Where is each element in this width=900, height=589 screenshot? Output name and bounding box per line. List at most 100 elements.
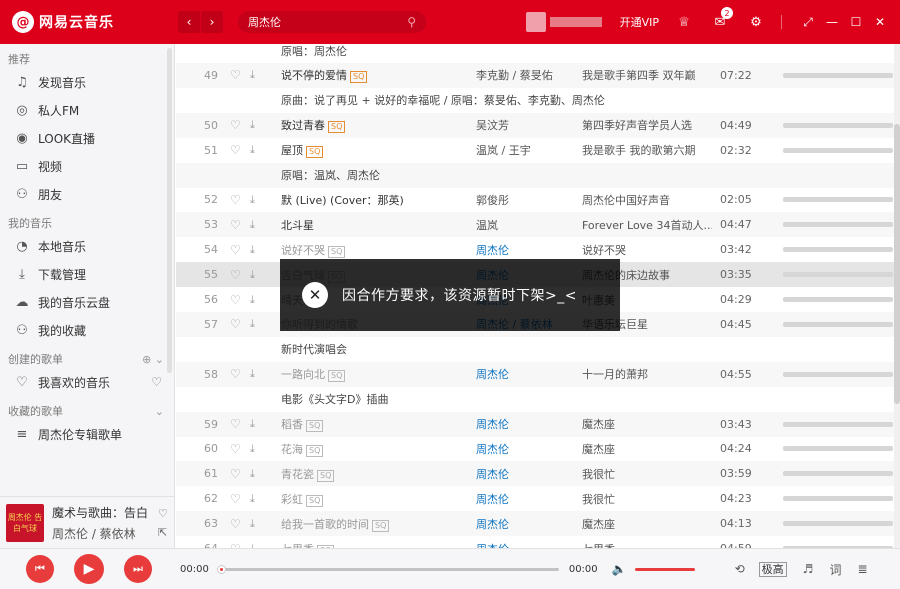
song-row[interactable]: 53 ♡ ⤓ 北斗星 温岚 Forever Love 34首动人... 04:47 xyxy=(176,212,894,238)
song-album[interactable]: 魔杰座 xyxy=(582,416,712,432)
sidebar-scrollbar[interactable] xyxy=(167,48,172,373)
download-icon[interactable]: ⤓ xyxy=(250,118,255,132)
volume-slider[interactable] xyxy=(634,567,695,571)
collapse-icon[interactable]: ⌄ xyxy=(155,405,164,418)
song-album[interactable]: 我是歌手第四季 双年巅 xyxy=(582,67,712,83)
song-row[interactable]: 59 ♡ ⤓ 稻香 SQ 周杰伦 魔杰座 03:43 xyxy=(176,411,894,437)
heartbeat-mode-icon[interactable]: ♡ xyxy=(151,375,162,389)
song-album[interactable]: 魔杰座 xyxy=(582,516,712,532)
song-album[interactable]: 我是歌手 我的歌第六期 xyxy=(582,142,712,158)
song-row[interactable]: 62 ♡ ⤓ 彩虹 SQ 周杰伦 我很忙 04:23 xyxy=(176,486,894,511)
progress-handle[interactable] xyxy=(216,564,226,574)
sidebar-item-liked-music[interactable]: ♡ 我喜欢的音乐 ♡ xyxy=(0,368,174,396)
next-button[interactable]: ⏭ xyxy=(124,555,152,583)
download-icon[interactable]: ⤓ xyxy=(250,367,255,381)
sound-effect-icon[interactable]: ♬ xyxy=(803,562,814,576)
lyrics-icon[interactable]: 词 xyxy=(829,561,841,578)
sidebar-item-cloud[interactable]: ☁ 我的音乐云盘 xyxy=(0,288,174,316)
song-artist[interactable]: 周杰伦 xyxy=(476,541,576,549)
close-icon[interactable]: ✕ xyxy=(870,12,890,32)
song-artist[interactable]: 周杰伦 xyxy=(476,366,576,382)
like-icon[interactable]: ♡ xyxy=(230,417,241,431)
like-icon[interactable]: ♡ xyxy=(230,492,241,506)
song-artist[interactable]: 周杰伦 xyxy=(476,466,576,482)
song-artist[interactable]: 李克勤 / 蔡旻佑 xyxy=(476,67,576,83)
song-title[interactable]: 致过青春 SQ xyxy=(281,117,466,134)
like-icon[interactable]: ♡ xyxy=(158,507,168,520)
song-title[interactable]: 屋顶 SQ xyxy=(281,142,466,159)
download-icon[interactable]: ⤓ xyxy=(250,68,255,82)
like-icon[interactable]: ♡ xyxy=(230,243,241,257)
download-icon[interactable]: ⤓ xyxy=(250,268,255,282)
song-title[interactable]: 花海 SQ xyxy=(281,441,466,457)
song-album[interactable]: 我很忙 xyxy=(582,466,712,482)
song-album[interactable]: 第四季好声音学员人选 xyxy=(582,117,712,133)
play-button[interactable]: ▶ xyxy=(74,554,104,584)
song-row[interactable]: 61 ♡ ⤓ 青花瓷 SQ 周杰伦 我很忙 03:59 xyxy=(176,461,894,487)
download-icon[interactable]: ⤓ xyxy=(250,517,255,531)
message-icon[interactable]: ✉ 2 xyxy=(709,7,733,33)
song-title[interactable]: 七里香SQ xyxy=(281,541,466,548)
download-icon[interactable]: ⤓ xyxy=(250,143,255,157)
song-album[interactable]: 十一月的萧邦 xyxy=(582,366,712,382)
like-icon[interactable]: ♡ xyxy=(230,218,241,232)
song-title[interactable]: 青花瓷 SQ xyxy=(281,466,466,482)
song-title[interactable]: 北斗星 xyxy=(281,217,466,233)
download-icon[interactable]: ⤓ xyxy=(250,193,255,207)
search-box[interactable]: ⚲ xyxy=(238,11,426,33)
volume-icon[interactable]: 🔈 xyxy=(612,562,627,576)
song-title[interactable]: 稻香 SQ xyxy=(281,416,466,432)
minimize-icon[interactable]: — xyxy=(822,12,842,32)
like-icon[interactable]: ♡ xyxy=(230,317,241,331)
download-icon[interactable]: ⤓ xyxy=(250,243,255,257)
song-album[interactable]: 魔杰座 xyxy=(582,441,712,457)
quality-button[interactable]: 极高 xyxy=(758,561,787,577)
download-icon[interactable]: ⤓ xyxy=(250,218,255,232)
sidebar-item-downloads[interactable]: ⤓ 下载管理 xyxy=(0,260,174,288)
song-row[interactable]: 51 ♡ ⤓ 屋顶 SQ 温岚 / 王宇 我是歌手 我的歌第六期 02:32 xyxy=(176,138,894,163)
song-row[interactable]: 49 ♡ ⤓ 说不停的爱情 SQ 李克勤 / 蔡旻佑 我是歌手第四季 双年巅 07:22 xyxy=(176,62,894,88)
download-icon[interactable]: ⤓ xyxy=(250,417,255,431)
song-title[interactable]: 默 (Live) (Cover：那英) xyxy=(281,192,466,208)
search-icon[interactable]: ⚲ xyxy=(407,15,416,29)
mini-mode-icon[interactable]: ⤢ xyxy=(798,12,818,32)
download-icon[interactable]: ⤓ xyxy=(250,317,255,331)
download-icon[interactable]: ⤓ xyxy=(250,442,255,456)
song-row[interactable]: 64♡⤓七里香SQ周杰伦七里香04:59 xyxy=(176,536,894,548)
sidebar-item-local-music[interactable]: ◔ 本地音乐 xyxy=(0,232,174,260)
list-scrollbar[interactable] xyxy=(894,44,900,548)
song-album[interactable]: 七里香 xyxy=(582,541,712,549)
download-icon[interactable]: ⤓ xyxy=(250,467,255,481)
song-artist[interactable]: 吴汶芳 xyxy=(476,117,576,133)
like-icon[interactable]: ♡ xyxy=(230,517,241,531)
song-row[interactable]: 58 ♡ ⤓ 一路向北 SQ 周杰伦 十一月的萧邦 04:55 xyxy=(176,361,894,387)
now-playing-artist[interactable]: 周杰伦 / 蔡依林 xyxy=(52,525,152,542)
vip-link[interactable]: 开通VIP xyxy=(620,14,659,30)
sidebar-item-look-live[interactable]: ◉ LOOK直播 xyxy=(0,124,174,152)
loop-mode-icon[interactable]: ⟲ xyxy=(735,562,745,576)
song-title[interactable]: 给我一首歌的时间 SQ xyxy=(281,516,466,532)
album-cover[interactable]: 周杰伦 告白气球 xyxy=(6,503,44,542)
sidebar-item-collection[interactable]: ⚇ 我的收藏 xyxy=(0,316,174,344)
like-icon[interactable]: ♡ xyxy=(230,467,241,481)
share-icon[interactable]: ⇱ xyxy=(158,526,168,539)
song-row[interactable]: 63 ♡ ⤓ 给我一首歌的时间 SQ 周杰伦 魔杰座 04:13 xyxy=(176,511,894,537)
song-album[interactable]: 周杰伦中国好声音 xyxy=(582,192,712,208)
app-logo[interactable]: @ 网易云音乐 xyxy=(12,11,172,33)
playlist-icon[interactable]: ≣ xyxy=(857,562,867,576)
now-playing[interactable]: 周杰伦 告白气球 魔术与歌曲：告白 周杰伦 / 蔡依林 ♡ ⇱ xyxy=(0,496,175,548)
song-album[interactable]: 我很忙 xyxy=(582,491,712,507)
sidebar-item-video[interactable]: ▭ 视频 xyxy=(0,152,174,180)
song-album[interactable]: Forever Love 34首动人... xyxy=(582,217,712,233)
like-icon[interactable]: ♡ xyxy=(230,442,241,456)
add-playlist-icon[interactable]: ⊕ ⌄ xyxy=(142,353,164,366)
settings-icon[interactable]: ⚙ xyxy=(745,11,767,33)
like-icon[interactable]: ♡ xyxy=(230,193,241,207)
sidebar-item-friends[interactable]: ⚇ 朋友 xyxy=(0,180,174,208)
song-title[interactable]: 说好不哭 SQ xyxy=(281,242,466,258)
song-title[interactable]: 彩虹 SQ xyxy=(281,491,466,507)
song-artist[interactable]: 郭俊彤 xyxy=(476,192,576,208)
like-icon[interactable]: ♡ xyxy=(230,367,241,381)
like-icon[interactable]: ♡ xyxy=(230,68,241,82)
song-title[interactable]: 说不停的爱情 SQ xyxy=(281,67,466,84)
